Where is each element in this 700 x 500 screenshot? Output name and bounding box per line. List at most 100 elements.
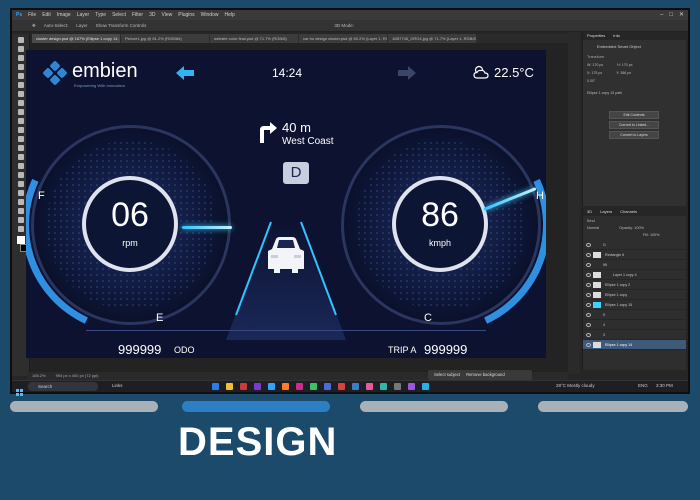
carousel-indicator-1[interactable]	[10, 401, 158, 412]
fill-field[interactable]: Fill: 100%	[583, 230, 686, 240]
menu-plugins[interactable]: Plugins	[178, 10, 194, 20]
layer-row[interactable]: Ellipse 1 copy 15	[583, 300, 686, 310]
menu-3d[interactable]: 3D	[149, 10, 155, 20]
visibility-eye-icon[interactable]	[586, 343, 591, 347]
properties-tab[interactable]: Properties	[587, 32, 605, 40]
app-icon-2[interactable]	[254, 383, 261, 390]
brush-tool-icon[interactable]	[18, 109, 24, 115]
menu-select[interactable]: Select	[112, 10, 126, 20]
auto-select-dropdown[interactable]: Layer	[76, 20, 87, 31]
quick-select-tool-icon[interactable]	[18, 64, 24, 70]
y-field[interactable]: Y: 386 px	[616, 71, 631, 75]
shape-tool-icon[interactable]	[18, 199, 24, 205]
visibility-eye-icon[interactable]	[586, 273, 591, 277]
convert-to-layers-button[interactable]: Convert to Layers	[609, 131, 659, 139]
auto-select-label[interactable]: Auto-Select:	[44, 20, 69, 31]
hand-tool-icon[interactable]	[18, 208, 24, 214]
app-icon-5[interactable]	[324, 383, 331, 390]
layer-row[interactable]: 5	[583, 310, 686, 320]
marquee-tool-icon[interactable]	[18, 46, 24, 52]
layer-row[interactable]: 96	[583, 260, 686, 270]
visibility-eye-icon[interactable]	[586, 243, 591, 247]
menu-type[interactable]: Type	[95, 10, 106, 20]
file-explorer-icon[interactable]	[212, 383, 219, 390]
zoom-tool-icon[interactable]	[18, 217, 24, 223]
layer-row[interactable]: Rectangle 6	[583, 250, 686, 260]
app-icon-3[interactable]	[296, 383, 303, 390]
healing-tool-icon[interactable]	[18, 100, 24, 106]
tab-16b7745[interactable]: 16B7745_ORG4.jpg @ 71.7% (Layer 1, RGB/8…	[388, 34, 476, 43]
remove-background-button[interactable]: Remove background	[466, 370, 505, 380]
layer-kind-filter[interactable]: Kind	[587, 219, 595, 223]
weather-status[interactable]: 28°C Mostly cloudy	[556, 383, 595, 388]
visibility-eye-icon[interactable]	[586, 303, 591, 307]
tab-picture1[interactable]: Picture1.jpg @ 81.2% (RGB/8#)	[121, 34, 209, 43]
opacity-field[interactable]: Opacity: 100%	[619, 226, 644, 230]
app-icon-6[interactable]	[338, 383, 345, 390]
lasso-tool-icon[interactable]	[18, 55, 24, 61]
visibility-eye-icon[interactable]	[586, 283, 591, 287]
photoshop-taskbar-icon[interactable]	[268, 383, 275, 390]
menu-help[interactable]: Help	[224, 10, 234, 20]
edit-contents-button[interactable]: Edit Contents	[609, 111, 659, 119]
layers-tab[interactable]: Layers	[600, 208, 612, 216]
app-icon-4[interactable]	[310, 383, 317, 390]
3d-tab[interactable]: 3D	[587, 208, 592, 216]
path-select-tool-icon[interactable]	[18, 190, 24, 196]
move-tool-icon[interactable]: ✥	[32, 20, 36, 31]
tab-website-color[interactable]: website color final.psd @ 71.7% (RGB/8)	[210, 34, 298, 43]
select-subject-button[interactable]: Select subject	[434, 370, 460, 380]
frame-tool-icon[interactable]	[18, 82, 24, 88]
info-tab[interactable]: Info	[613, 32, 620, 40]
eraser-tool-icon[interactable]	[18, 136, 24, 142]
carousel-indicator-3[interactable]	[360, 401, 508, 412]
visibility-eye-icon[interactable]	[586, 253, 591, 257]
gradient-tool-icon[interactable]	[18, 145, 24, 151]
carousel-indicator-4[interactable]	[538, 401, 688, 412]
app-icon-10[interactable]	[394, 383, 401, 390]
channels-tab[interactable]: Channels	[620, 208, 637, 216]
menu-file[interactable]: File	[28, 10, 36, 20]
language-indicator[interactable]: ENG	[638, 383, 648, 388]
history-brush-tool-icon[interactable]	[18, 127, 24, 133]
layer-row[interactable]: Ellipse 1 copy	[583, 290, 686, 300]
app-icon-11[interactable]	[408, 383, 415, 390]
visibility-eye-icon[interactable]	[586, 263, 591, 267]
convert-to-linked-button[interactable]: Convert to Linked...	[609, 121, 659, 129]
illustrator-taskbar-icon[interactable]	[282, 383, 289, 390]
show-transform-checkbox[interactable]: Show Transform Controls	[96, 20, 147, 31]
visibility-eye-icon[interactable]	[586, 293, 591, 297]
cluster-design-canvas[interactable]: embien Empowering With Innovation 14:24 …	[26, 50, 546, 358]
layer-row[interactable]: Ellipse 1 copy 2	[583, 280, 686, 290]
blur-tool-icon[interactable]	[18, 154, 24, 160]
menu-edit[interactable]: Edit	[42, 10, 51, 20]
type-tool-icon[interactable]	[18, 181, 24, 187]
visibility-eye-icon[interactable]	[586, 333, 591, 337]
more-tools-icon[interactable]	[18, 226, 24, 232]
layer-row[interactable]: Layer 1 copy 4	[583, 270, 686, 280]
layer-row[interactable]: 3	[583, 330, 686, 340]
visibility-eye-icon[interactable]	[586, 313, 591, 317]
menu-view[interactable]: View	[162, 10, 173, 20]
layer-row-selected[interactable]: Ellipse 1 copy 14	[583, 340, 686, 350]
foreground-color-swatch[interactable]	[17, 236, 25, 244]
menu-window[interactable]: Window	[201, 10, 219, 20]
dodge-tool-icon[interactable]	[18, 163, 24, 169]
menu-filter[interactable]: Filter	[132, 10, 143, 20]
tab-car-ho-design[interactable]: car ho design cluster.psd @ 60.2% (Layer…	[299, 34, 387, 43]
zoom-level[interactable]: 165.2%	[32, 372, 46, 380]
visibility-eye-icon[interactable]	[586, 323, 591, 327]
taskbar-links[interactable]: Links	[112, 383, 123, 388]
taskbar-search[interactable]: Search	[28, 382, 98, 391]
menu-layer[interactable]: Layer	[77, 10, 90, 20]
angle-field[interactable]: 0.00°	[583, 75, 686, 83]
maximize-icon[interactable]: □	[669, 10, 673, 20]
eyedropper-tool-icon[interactable]	[18, 91, 24, 97]
height-field[interactable]: H: 170 px	[617, 63, 632, 67]
app-icon-8[interactable]	[366, 383, 373, 390]
app-icon-1[interactable]	[240, 383, 247, 390]
pen-tool-icon[interactable]	[18, 172, 24, 178]
close-icon[interactable]: ✕	[679, 10, 684, 20]
stamp-tool-icon[interactable]	[18, 118, 24, 124]
minimize-icon[interactable]: –	[660, 10, 663, 20]
